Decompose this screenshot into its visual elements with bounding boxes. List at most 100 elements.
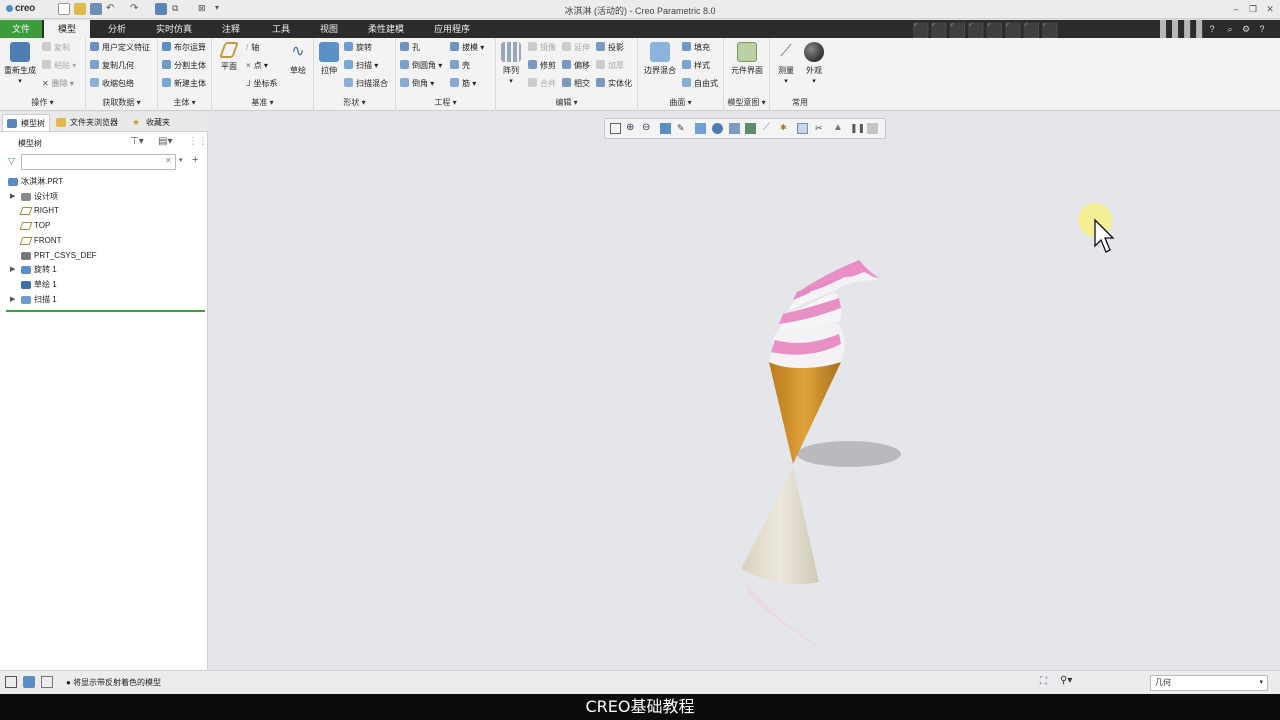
solidify-button[interactable]: 实体化	[596, 77, 632, 91]
zoom-in-icon[interactable]: ⊕	[626, 123, 637, 134]
ice-cream-model-view[interactable]	[209, 112, 1280, 670]
tab-live-simulation[interactable]: 实时仿真	[148, 20, 200, 38]
refit-icon[interactable]	[610, 123, 621, 134]
rib-button[interactable]: 筋 ▾	[450, 77, 476, 91]
display-style-icon[interactable]	[729, 123, 740, 134]
shell-button[interactable]: 壳	[450, 59, 470, 73]
tree-item[interactable]: 冰淇淋.PRT	[0, 175, 208, 189]
axis-button[interactable]: / 轴	[246, 41, 259, 55]
shrinkwrap-button[interactable]: 收缩包络	[90, 77, 134, 91]
orient-icon[interactable]: ✎	[677, 123, 688, 134]
revolve-button[interactable]: 旋转	[344, 41, 372, 55]
tree-item[interactable]: TOP	[0, 219, 208, 233]
selection-filter-icon[interactable]: ⛶	[1040, 676, 1047, 687]
extrude-button[interactable]: 拉伸	[317, 42, 341, 76]
round-button[interactable]: 倒圆角 ▾	[400, 59, 442, 73]
tab-tools[interactable]: 工具	[260, 20, 302, 38]
group-label-body[interactable]: 主体 ▾	[158, 97, 211, 108]
group-label-datum[interactable]: 基准 ▾	[212, 97, 313, 108]
group-label-model-intent[interactable]: 模型意图 ▾	[724, 97, 769, 108]
clear-search-icon[interactable]: ✕	[165, 156, 172, 165]
plane-button[interactable]: 平面	[216, 42, 242, 72]
hole-button[interactable]: 孔	[400, 41, 420, 55]
datum-display-icon[interactable]: ⟋	[763, 123, 774, 134]
chamfer-button[interactable]: 倒角 ▾	[400, 77, 434, 91]
paste-button[interactable]: 粘贴 ▾	[42, 59, 76, 73]
tree-item[interactable]: 草绘 1	[0, 278, 208, 292]
style-button[interactable]: 样式	[682, 59, 710, 73]
selection-filter-dropdown[interactable]: 几何 ▾	[1150, 675, 1268, 691]
intersect-button[interactable]: 相交	[562, 77, 590, 91]
more-tools-icon[interactable]	[867, 123, 878, 134]
repaint-icon[interactable]	[660, 123, 671, 134]
trim-button[interactable]: 修剪	[528, 59, 556, 73]
tree-filters-icon[interactable]: ⋮⋮	[188, 136, 208, 147]
help-chevron-icon[interactable]: ?	[1256, 23, 1268, 35]
tab-analysis[interactable]: 分析	[96, 20, 138, 38]
tab-annotate[interactable]: 注释	[210, 20, 252, 38]
swept-blend-button[interactable]: 扫描混合	[344, 77, 388, 91]
tab-model-tree[interactable]: 模型树	[2, 114, 50, 131]
tab-file[interactable]: 文件	[0, 20, 42, 38]
regenerate-button[interactable]: 重新生成 ▾	[3, 42, 37, 85]
thicken-button[interactable]: 加厚	[596, 59, 624, 73]
find-icon[interactable]: ⚲▾	[1060, 675, 1072, 686]
group-label-engineering[interactable]: 工程 ▾	[396, 97, 495, 108]
boundary-blend-button[interactable]: 边界混合	[640, 42, 680, 76]
search-icon[interactable]: ⌕	[1224, 23, 1236, 35]
project-button[interactable]: 投影	[596, 41, 624, 55]
pause-icon[interactable]: ❚❚	[850, 123, 865, 134]
insert-here-indicator[interactable]	[6, 310, 205, 312]
toggle-navigator-icon[interactable]	[5, 676, 17, 688]
group-label-get-data[interactable]: 获取数据 ▾	[86, 97, 157, 108]
merge-button[interactable]: 合并	[528, 77, 556, 91]
new-body-button[interactable]: 新建主体	[162, 77, 206, 91]
group-label-surfaces[interactable]: 曲面 ▾	[638, 97, 723, 108]
tree-item[interactable]: RIGHT	[0, 204, 208, 218]
measure-button[interactable]: ⟋ 测量 ▾	[774, 42, 798, 85]
group-label-shapes[interactable]: 形状 ▾	[314, 97, 395, 108]
tree-item[interactable]: ▶ 扫描 1	[0, 293, 208, 307]
tab-favorites[interactable]: ★ 收藏夹	[128, 114, 180, 131]
tree-item[interactable]: ▶ 旋转 1	[0, 263, 208, 277]
full-screen-icon[interactable]	[41, 676, 53, 688]
sketch-button[interactable]: ∿ 草绘	[286, 42, 310, 76]
expand-arrow-icon[interactable]: ▶	[10, 293, 15, 307]
copy-geometry-button[interactable]: 复制几何	[90, 59, 134, 73]
filter-funnel-icon[interactable]: ▽	[8, 156, 15, 167]
udf-button[interactable]: 用户定义特征	[90, 41, 150, 55]
expand-arrow-icon[interactable]: ▶	[10, 263, 15, 277]
pattern-button[interactable]: 阵列 ▾	[499, 42, 523, 85]
perspective-icon[interactable]	[745, 123, 756, 134]
point-button[interactable]: × 点 ▾	[246, 59, 268, 73]
section-icon[interactable]: ✂	[815, 123, 826, 134]
split-body-button[interactable]: 分割主体	[162, 59, 206, 73]
close-icon[interactable]: ✕	[1264, 3, 1276, 15]
copy-button[interactable]: 复制	[42, 41, 70, 55]
delete-button[interactable]: ✕ 删除 ▾	[42, 77, 74, 91]
expand-arrow-icon[interactable]: ▶	[10, 190, 15, 204]
zoom-out-icon[interactable]: ⊖	[642, 123, 653, 134]
search-options-chevron-icon[interactable]: ▾	[179, 156, 183, 164]
tab-applications[interactable]: 应用程序	[426, 20, 478, 38]
tree-item[interactable]: FRONT	[0, 234, 208, 248]
settings-icon[interactable]: ⚙	[1240, 23, 1252, 35]
tree-item[interactable]: PRT_CSYS_DEF	[0, 249, 208, 263]
fill-button[interactable]: 填充	[682, 41, 710, 55]
restore-icon[interactable]: ❐	[1247, 3, 1259, 15]
tab-folder-browser[interactable]: 文件夹浏览器	[52, 114, 126, 131]
extend-button[interactable]: 延伸	[562, 41, 590, 55]
tab-flexible-modeling[interactable]: 柔性建模	[360, 20, 412, 38]
tree-columns-icon[interactable]: ▤▾	[158, 136, 172, 147]
sweep-button[interactable]: 扫描 ▾	[344, 59, 378, 73]
csys-button[interactable]: ⅃ 坐标系	[246, 77, 277, 91]
freestyle-button[interactable]: 自由式	[682, 77, 718, 91]
tree-settings-icon[interactable]: ⊤▾	[130, 136, 144, 147]
offset-button[interactable]: 偏移	[562, 59, 590, 73]
appearance-button[interactable]: 外观 ▾	[802, 42, 826, 85]
draft-button[interactable]: 拔模 ▾	[450, 41, 484, 55]
pan-triangle-icon[interactable]: ▲	[833, 123, 844, 134]
tab-view[interactable]: 视图	[308, 20, 350, 38]
add-filter-icon[interactable]: +	[192, 154, 198, 166]
tree-search-input[interactable]	[21, 154, 176, 170]
